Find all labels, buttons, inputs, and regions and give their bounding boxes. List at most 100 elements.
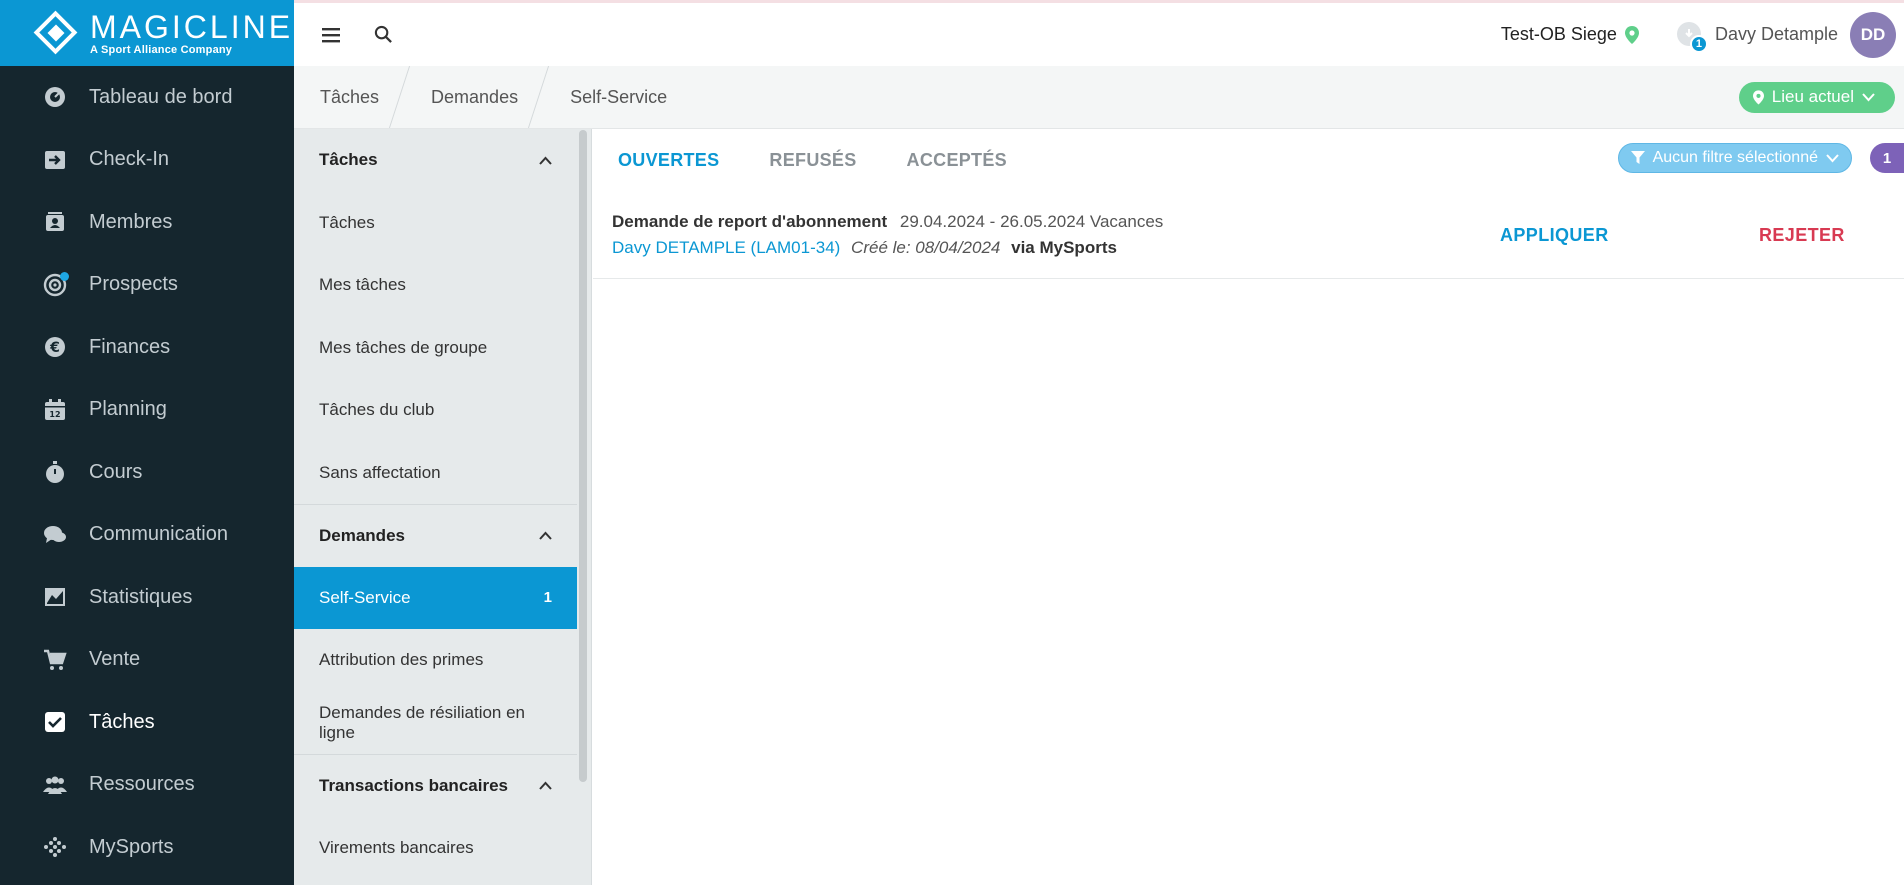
subnav-item-attribution-des-primes[interactable]: Attribution des primes [294, 629, 577, 692]
nav-label: Tâches [89, 710, 155, 733]
chevron-down-icon [1862, 92, 1875, 101]
subnav-item-demandes-de-resiliation[interactable]: Demandes de résiliation en ligne [294, 692, 577, 755]
subnav-label: Virements bancaires [319, 837, 474, 857]
notification-badge: 1 [1689, 34, 1708, 53]
location-name: Test-OB Siege [1500, 24, 1617, 44]
tab-ouvertes[interactable]: OUVERTES [618, 150, 719, 171]
search-icon[interactable] [372, 24, 394, 46]
nav-item-taches[interactable]: Tâches [0, 691, 294, 754]
nav-item-check-in[interactable]: Check-In [0, 129, 294, 192]
subnav-item-mes-taches[interactable]: Mes tâches [294, 254, 577, 317]
subnav-label: Tâches [319, 212, 375, 232]
mysports-icon [42, 834, 68, 860]
request-created-date: Créé le: 08/04/2024 [851, 238, 1001, 257]
nav-item-prospects[interactable]: Prospects [0, 254, 294, 317]
tab-refuses[interactable]: REFUSÉS [769, 150, 856, 171]
tasks-subnav: Tâches Tâches Mes tâches Mes tâches de g… [294, 129, 592, 885]
member-link[interactable]: Davy DETAMPLE (LAM01-34) [612, 238, 840, 257]
nav-label: Prospects [89, 273, 178, 296]
section-header-demandes[interactable]: Demandes [294, 504, 577, 567]
nav-label: Finances [89, 335, 171, 358]
subnav-label: Sans affectation [319, 462, 441, 482]
subnav-scrollbar[interactable] [579, 130, 587, 782]
nav-label: Membres [89, 210, 173, 233]
main-content: OUVERTES REFUSÉS ACCEPTÉS Aucun filtre s… [593, 129, 1904, 885]
nav-label: Ressources [89, 773, 195, 796]
apply-button[interactable]: APPLIQUER [1500, 225, 1609, 246]
members-icon [42, 209, 68, 235]
user-name[interactable]: Davy Detample [1715, 24, 1838, 45]
request-period: 29.04.2024 - 26.05.2024 Vacances [899, 212, 1164, 231]
chevron-up-icon [539, 156, 552, 165]
chevron-up-icon [539, 531, 552, 540]
table-row: Demande de report d'abonnement 29.04.202… [593, 191, 1904, 279]
cart-icon [42, 647, 68, 673]
section-title: Demandes [319, 525, 405, 545]
breadcrumb-item-self-service: Self-Service [544, 66, 693, 128]
brand-tagline: A Sport Alliance Company [90, 43, 233, 56]
brand-logo[interactable]: MAGICLINE A Sport Alliance Company [0, 0, 294, 66]
nav-item-finances[interactable]: € Finances [0, 316, 294, 379]
request-source: via MySports [1011, 238, 1117, 257]
chart-icon [42, 584, 68, 610]
section-header-transactions-bancaires[interactable]: Transactions bancaires [294, 754, 577, 817]
main-sidebar: MAGICLINE A Sport Alliance Company Table… [0, 0, 294, 885]
nav-item-planning[interactable]: 12 Planning [0, 379, 294, 442]
section-header-taches[interactable]: Tâches [294, 129, 577, 192]
checkbox-icon [42, 709, 68, 735]
nav-item-vente[interactable]: Vente [0, 629, 294, 692]
subnav-label: Demandes de résiliation en ligne [319, 702, 526, 742]
current-location-button[interactable]: Lieu actuel [1738, 81, 1895, 113]
avatar[interactable]: DD [1850, 11, 1896, 58]
chevron-down-icon [1826, 153, 1839, 162]
nav-label: Communication [89, 523, 228, 546]
breadcrumb-item-taches[interactable]: Tâches [294, 66, 405, 128]
nav-item-statistiques[interactable]: Statistiques [0, 566, 294, 629]
top-header: Test-OB Siege 1 Davy Detample DD [294, 0, 1904, 66]
nav-label: Cours [89, 460, 143, 483]
request-count-badge: 1 [1870, 143, 1904, 173]
calendar-icon: 12 [42, 397, 68, 423]
check-in-icon [42, 147, 68, 173]
prospects-notification-dot [60, 271, 69, 281]
nav-item-ressources[interactable]: Ressources [0, 754, 294, 817]
subnav-item-self-service[interactable]: Self-Service 1 [294, 566, 577, 629]
nav-item-mysports[interactable]: MySports [0, 816, 294, 879]
chat-icon [42, 522, 68, 548]
people-icon [42, 772, 68, 798]
nav-label: Planning [89, 398, 167, 421]
subnav-item-sans-affectation[interactable]: Sans affectation [294, 442, 577, 505]
location-pin-icon [1752, 89, 1764, 105]
brand-name: MAGICLINE [90, 8, 294, 45]
location-selector[interactable]: Test-OB Siege [1501, 24, 1639, 45]
nav-item-cours[interactable]: Cours [0, 441, 294, 504]
request-title: Demande de report d'abonnement [612, 212, 888, 231]
self-service-count-badge: 1 [543, 589, 552, 607]
location-pin-icon [1624, 25, 1639, 44]
nav-item-members[interactable]: Membres [0, 191, 294, 254]
filter-icon [1630, 151, 1645, 164]
reject-button[interactable]: REJETER [1759, 225, 1845, 246]
nav-label: Statistiques [89, 585, 193, 608]
main-nav-list: Tableau de bord Check-In Membres Prospec… [0, 66, 294, 879]
menu-icon[interactable] [320, 24, 342, 46]
nav-label: Vente [89, 648, 141, 671]
svg-text:€: € [49, 340, 60, 356]
nav-item-dashboard[interactable]: Tableau de bord [0, 66, 294, 129]
notifications-button[interactable]: 1 [1676, 21, 1708, 53]
filter-dropdown[interactable]: Aucun filtre sélectionné [1617, 143, 1852, 173]
subnav-item-taches-du-club[interactable]: Tâches du club [294, 379, 577, 442]
subnav-item-virements-bancaires[interactable]: Virements bancaires [294, 817, 577, 880]
nav-label: Tableau de bord [89, 85, 233, 108]
subnav-label: Attribution des primes [319, 650, 484, 670]
subnav-item-taches[interactable]: Tâches [294, 192, 577, 255]
tab-acceptes[interactable]: ACCEPTÉS [907, 150, 1007, 171]
svg-text:12: 12 [49, 410, 60, 419]
breadcrumb: Tâches Demandes Self-Service Lieu actuel [294, 66, 1904, 129]
subnav-label: Mes tâches de groupe [319, 337, 488, 357]
breadcrumb-item-demandes[interactable]: Demandes [405, 66, 544, 128]
euro-icon: € [42, 334, 68, 360]
magicline-logo-icon [33, 10, 78, 55]
nav-item-communication[interactable]: Communication [0, 504, 294, 567]
subnav-item-mes-taches-de-groupe[interactable]: Mes tâches de groupe [294, 317, 577, 380]
